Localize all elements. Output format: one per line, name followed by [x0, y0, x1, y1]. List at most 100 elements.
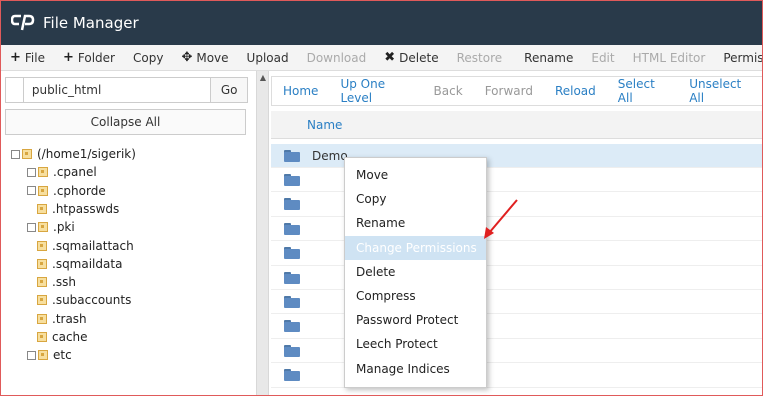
path-bar: Go — [5, 77, 248, 103]
toolbar-restore-button[interactable]: Restore — [448, 45, 512, 71]
tree-item-ssh[interactable]: .ssh — [37, 273, 76, 291]
name-column-label[interactable]: Name — [307, 118, 342, 132]
folder-icon — [22, 149, 32, 159]
nav-select-all-button[interactable]: Select All — [607, 77, 678, 105]
toolbar-copy-button[interactable]: Copy — [124, 45, 172, 71]
toolbar-upload-button[interactable]: Upload — [238, 45, 298, 71]
tree-item-cpanel[interactable]: .cpanel — [27, 163, 97, 181]
context-menu-password-protect[interactable]: Password Protect — [345, 308, 486, 332]
toolbar-delete-button[interactable]: ✖ Delete — [375, 45, 447, 71]
nav-home-button[interactable]: Home — [272, 84, 329, 98]
tree-item-subaccounts[interactable]: .subaccounts — [37, 291, 131, 309]
toolbar-button-label: Edit — [591, 50, 615, 65]
context-menu-copy[interactable]: Copy — [345, 187, 486, 211]
folder-icon — [284, 369, 300, 382]
tree-item-cphorde[interactable]: .cphorde — [27, 182, 106, 200]
toolbar: + File + Folder Copy ✥ Move Upload Download ✖ Dele… — [1, 45, 762, 71]
expand-toggle-icon[interactable] — [27, 167, 36, 177]
context-menu-change-permissions[interactable]: Change Permissions — [345, 235, 486, 260]
tree-item-etc[interactable]: etc — [27, 346, 72, 364]
tree-item-cache[interactable]: cache — [37, 328, 88, 346]
toolbar-button-label: Restore — [456, 50, 503, 65]
file-manager-window: File Manager + File + Folder Copy ✥ Move Upload… — [0, 0, 763, 396]
folder-icon — [284, 173, 300, 186]
toolbar-button-label: Move — [196, 50, 229, 65]
folder-icon — [38, 222, 48, 233]
folder-icon — [38, 185, 48, 196]
cpanel-logo-icon — [11, 12, 37, 34]
toolbar-button-label: Rename — [524, 50, 574, 65]
expand-toggle-icon[interactable] — [27, 222, 36, 232]
tree-item-label: .pki — [53, 220, 75, 235]
folder-icon — [284, 247, 300, 260]
toolbar-button-label: Download — [306, 50, 367, 65]
nav-up-one-level-button[interactable]: Up One Level — [329, 77, 422, 105]
folder-icon — [37, 240, 47, 251]
tree-item-sqmailattach[interactable]: .sqmailattach — [37, 237, 134, 255]
tree-item-home1-sigerik[interactable]: (/home1/sigerik) — [11, 145, 136, 163]
tree-item-trash[interactable]: .trash — [37, 310, 87, 328]
folder-icon — [38, 167, 48, 178]
scroll-up-arrow-icon[interactable]: ▲ — [258, 73, 268, 83]
toolbar-button-label: File — [24, 50, 45, 65]
name-column-header[interactable]: Name — [271, 111, 762, 139]
nav-forward-button[interactable]: Forward — [474, 84, 544, 98]
expand-toggle-icon[interactable] — [27, 186, 36, 196]
toolbar-button-label: Folder — [77, 50, 115, 65]
context-menu-delete[interactable]: Delete — [345, 260, 486, 284]
tree-item-label: cache — [52, 330, 88, 344]
tree-item-pki[interactable]: .pki — [27, 218, 75, 236]
toolbar-html-editor-button[interactable]: HTML Editor — [624, 45, 715, 71]
folder-icon — [37, 332, 47, 342]
app-header: File Manager — [1, 1, 762, 45]
toolbar-edit-button[interactable]: Edit — [582, 45, 623, 71]
folder-icon — [37, 258, 47, 269]
context-menu-rename[interactable]: Rename — [345, 211, 486, 235]
plus-icon: + — [63, 50, 74, 65]
tree-item-label: .cphorde — [53, 183, 106, 198]
go-button[interactable]: Go — [211, 77, 248, 103]
tree-item-label: etc — [53, 348, 72, 363]
nav-reload-button[interactable]: Reload — [544, 84, 607, 98]
folder-icon — [284, 271, 300, 284]
folder-icon — [37, 313, 47, 324]
expand-toggle-icon[interactable] — [27, 350, 36, 360]
toolbar-download-button[interactable]: Download — [298, 45, 376, 71]
path-input[interactable] — [22, 77, 212, 103]
folder-icon — [37, 277, 47, 288]
context-menu-move[interactable]: Move — [345, 163, 486, 187]
toolbar-folder-button[interactable]: + Folder — [54, 45, 124, 71]
file-name: Demo — [312, 148, 348, 163]
tree-item-label: .subaccounts — [52, 293, 132, 308]
tree-item-sqmaildata[interactable]: .sqmaildata — [37, 255, 122, 273]
nav-unselect-all-button[interactable]: Unselect All — [678, 77, 762, 105]
plus-icon: + — [10, 50, 21, 65]
collapse-all-button[interactable]: Collapse All — [5, 109, 246, 135]
context-menu-leech-protect[interactable]: Leech Protect — [345, 332, 486, 356]
context-menu-manage-indices[interactable]: Manage Indices — [345, 357, 486, 381]
tree-item-label: .ssh — [52, 275, 76, 290]
toolbar-file-button[interactable]: + File — [1, 45, 54, 71]
tree-item-label: .trash — [52, 311, 87, 326]
expand-toggle-icon[interactable] — [11, 149, 20, 159]
toolbar-button-label: Delete — [399, 50, 439, 65]
folder-icon — [284, 149, 300, 162]
folder-icon — [38, 350, 48, 361]
folder-icon — [284, 295, 300, 308]
tree-item-label: .htpasswds — [52, 201, 120, 216]
path-prefix — [5, 77, 23, 103]
context-menu-compress[interactable]: Compress — [345, 284, 486, 308]
toolbar-button-label: Upload — [246, 50, 289, 65]
tree-item-htpasswds[interactable]: .htpasswds — [37, 200, 119, 218]
toolbar-rename-button[interactable]: Rename — [515, 45, 582, 71]
toolbar-permiss-button[interactable]: Permiss — [714, 45, 762, 71]
toolbar-move-button[interactable]: ✥ Move — [172, 45, 237, 71]
navigation-bar: Home Up One Level Back Forward Reload Select … — [271, 76, 762, 106]
tree-item-label: .cpanel — [53, 165, 97, 180]
panel-splitter[interactable]: ▲ — [256, 71, 269, 395]
tree-item-label: .sqmaildata — [52, 256, 123, 271]
tree-item-label: (/home1/sigerik) — [37, 147, 136, 161]
context-menu: Move Copy Rename Change Permissions Delete Co… — [344, 157, 487, 388]
toolbar-button-label: Copy — [133, 50, 164, 65]
nav-back-button[interactable]: Back — [423, 84, 474, 98]
